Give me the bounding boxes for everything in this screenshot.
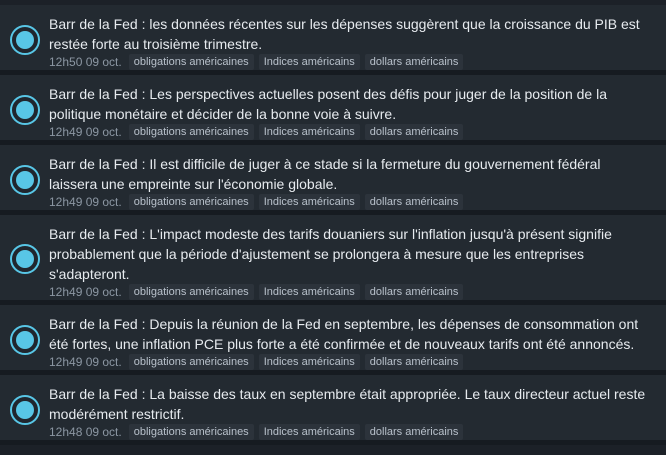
status-dot-icon xyxy=(10,165,40,195)
tag-us-dollars[interactable]: dollars américains xyxy=(364,194,464,210)
news-item[interactable]: Barr de la Fed : Depuis la réunion de la… xyxy=(0,305,666,375)
tag-us-bonds[interactable]: obligations américaines xyxy=(128,124,254,140)
news-meta: 12h50 09 oct. obligations américaines In… xyxy=(49,54,648,70)
status-dot-icon xyxy=(10,25,40,55)
status-dot-icon xyxy=(10,325,40,355)
news-headline: Barr de la Fed : Il est difficile de jug… xyxy=(49,156,601,192)
news-timestamp: 12h49 09 oct. xyxy=(49,195,122,209)
tag-us-dollars[interactable]: dollars américains xyxy=(364,354,464,370)
status-dot-icon xyxy=(10,95,40,125)
news-item[interactable]: Barr de la Fed : Il est difficile de jug… xyxy=(0,145,666,215)
news-meta: 12h48 09 oct. obligations américaines In… xyxy=(49,424,648,440)
tag-us-indices[interactable]: Indices américains xyxy=(258,124,360,140)
tag-us-bonds[interactable]: obligations américaines xyxy=(128,284,254,300)
news-timestamp: 12h49 09 oct. xyxy=(49,285,122,299)
tag-us-indices[interactable]: Indices américains xyxy=(258,54,360,70)
news-meta: 12h49 09 oct. obligations américaines In… xyxy=(49,354,648,370)
news-feed: Barr de la Fed : les données récentes su… xyxy=(0,0,666,455)
tag-us-dollars[interactable]: dollars américains xyxy=(364,424,464,440)
status-dot-icon xyxy=(10,395,40,425)
news-timestamp: 12h48 09 oct. xyxy=(49,425,122,439)
news-item[interactable]: Barr de la Fed : La baisse des taux en s… xyxy=(0,375,666,445)
tag-us-bonds[interactable]: obligations américaines xyxy=(128,54,254,70)
news-item[interactable]: Barr de la Fed : Les perspectives actuel… xyxy=(0,75,666,145)
news-item[interactable]: Barr de la Fed : L'impact modeste des ta… xyxy=(0,215,666,305)
tag-us-dollars[interactable]: dollars américains xyxy=(364,54,464,70)
news-headline: Barr de la Fed : Depuis la réunion de la… xyxy=(49,316,639,352)
tag-us-bonds[interactable]: obligations américaines xyxy=(128,194,254,210)
news-timestamp: 12h49 09 oct. xyxy=(49,355,122,369)
tag-us-indices[interactable]: Indices américains xyxy=(258,284,360,300)
tag-us-bonds[interactable]: obligations américaines xyxy=(128,424,254,440)
tag-us-indices[interactable]: Indices américains xyxy=(258,424,360,440)
status-dot-icon xyxy=(10,244,40,274)
tag-us-indices[interactable]: Indices américains xyxy=(258,354,360,370)
news-meta: 12h49 09 oct. obligations américaines In… xyxy=(49,194,648,210)
news-headline: Barr de la Fed : les données récentes su… xyxy=(49,16,640,52)
news-item[interactable]: Barr de la Fed : les données récentes su… xyxy=(0,5,666,75)
news-headline: Barr de la Fed : L'impact modeste des ta… xyxy=(49,226,612,282)
news-headline: Barr de la Fed : La baisse des taux en s… xyxy=(49,386,646,422)
news-timestamp: 12h50 09 oct. xyxy=(49,55,122,69)
tag-us-dollars[interactable]: dollars américains xyxy=(364,284,464,300)
tag-us-indices[interactable]: Indices américains xyxy=(258,194,360,210)
news-meta: 12h49 09 oct. obligations américaines In… xyxy=(49,124,648,140)
news-meta: 12h49 09 oct. obligations américaines In… xyxy=(49,284,648,300)
news-timestamp: 12h49 09 oct. xyxy=(49,125,122,139)
tag-us-bonds[interactable]: obligations américaines xyxy=(128,354,254,370)
news-headline: Barr de la Fed : Les perspectives actuel… xyxy=(49,86,607,122)
tag-us-dollars[interactable]: dollars américains xyxy=(364,124,464,140)
